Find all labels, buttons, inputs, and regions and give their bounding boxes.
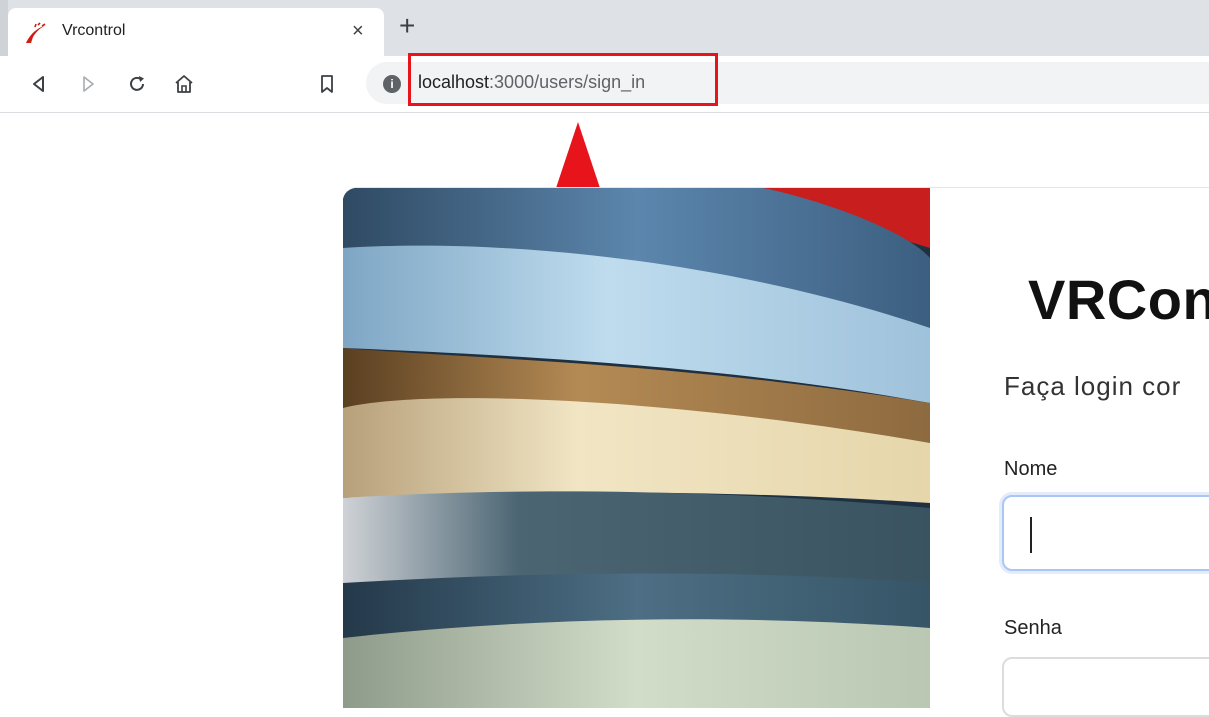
password-input[interactable] [1002,657,1209,717]
login-subtitle: Faça login cor [1004,371,1182,401]
rails-favicon-icon [26,22,46,43]
tab-close-icon[interactable]: × [352,20,364,42]
url-highlight-box [408,53,718,106]
name-input[interactable] [1002,495,1209,571]
login-card [343,187,1209,708]
password-label: Senha [1004,617,1062,639]
new-tab-icon[interactable]: + [399,12,415,40]
brand-title: VRCon [1028,267,1209,332]
forward-icon[interactable] [77,73,99,95]
home-icon[interactable] [173,73,195,95]
tab-strip: Vrcontrol × + [0,0,1209,56]
login-form-panel [930,188,1209,708]
back-icon[interactable] [28,73,50,95]
text-caret [1030,517,1032,553]
brand-title-text: VRCon [1028,268,1209,331]
name-label: Nome [1004,458,1058,480]
bookmark-icon[interactable] [316,73,338,95]
site-info-icon[interactable]: i [383,75,401,93]
browser-tab[interactable]: Vrcontrol × [8,8,384,56]
folded-clothes-image [343,188,930,708]
tab-title: Vrcontrol [62,22,126,39]
tab-strip-edge [0,0,8,56]
reload-icon[interactable] [126,73,148,95]
